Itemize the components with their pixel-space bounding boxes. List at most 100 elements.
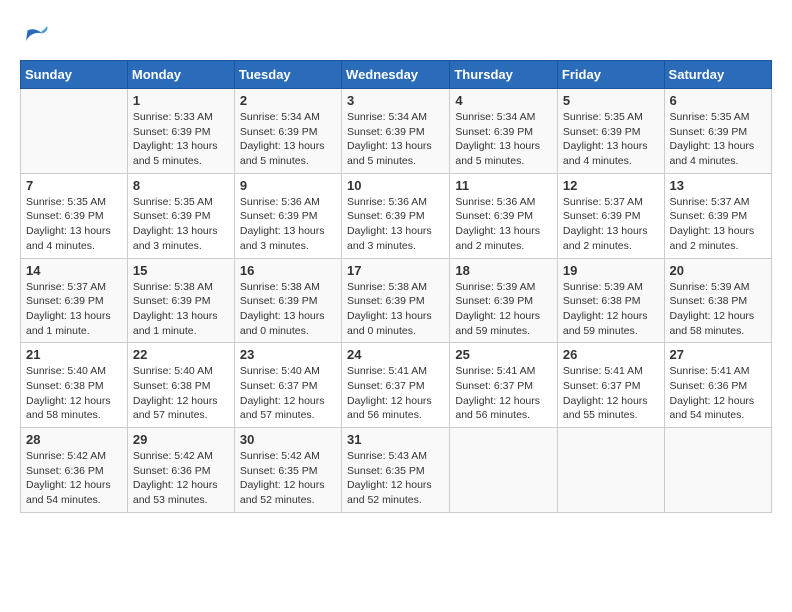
day-info: Sunrise: 5:37 AM Sunset: 6:39 PM Dayligh… xyxy=(563,195,659,254)
calendar-cell: 24 Sunrise: 5:41 AM Sunset: 6:37 PM Dayli… xyxy=(342,343,450,428)
day-info: Sunrise: 5:35 AM Sunset: 6:39 PM Dayligh… xyxy=(670,110,766,169)
column-header-saturday: Saturday xyxy=(664,61,771,89)
calendar-cell: 17Sunrise: 5:38 AM Sunset: 6:39 PM Dayli… xyxy=(342,258,450,343)
day-info: Sunrise: 5:38 AM Sunset: 6:39 PM Dayligh… xyxy=(133,280,229,339)
calendar-cell: 15 Sunrise: 5:38 AM Sunset: 6:39 PM Dayli… xyxy=(127,258,234,343)
calendar-week-2: 14 Sunrise: 5:37 AM Sunset: 6:39 PM Dayli… xyxy=(21,258,772,343)
day-number: 15 xyxy=(133,263,229,278)
calendar-cell xyxy=(450,428,558,513)
day-info: Sunrise: 5:35 AM Sunset: 6:39 PM Dayligh… xyxy=(26,195,122,254)
calendar-cell: 29Sunrise: 5:42 AM Sunset: 6:36 PM Dayli… xyxy=(127,428,234,513)
day-number: 10 xyxy=(347,178,444,193)
day-number: 11 xyxy=(455,178,552,193)
calendar-cell: 6 Sunrise: 5:35 AM Sunset: 6:39 PM Daylig… xyxy=(664,89,771,174)
day-number: 24 xyxy=(347,347,444,362)
calendar-cell: 13 Sunrise: 5:37 AM Sunset: 6:39 PM Dayli… xyxy=(664,173,771,258)
day-number: 1 xyxy=(133,93,229,108)
day-info: Sunrise: 5:41 AM Sunset: 6:36 PM Dayligh… xyxy=(670,364,766,423)
calendar-header-row: SundayMondayTuesdayWednesdayThursdayFrid… xyxy=(21,61,772,89)
calendar-cell: 19 Sunrise: 5:39 AM Sunset: 6:38 PM Dayli… xyxy=(557,258,664,343)
day-info: Sunrise: 5:40 AM Sunset: 6:38 PM Dayligh… xyxy=(133,364,229,423)
day-info: Sunrise: 5:35 AM Sunset: 6:39 PM Dayligh… xyxy=(133,195,229,254)
day-number: 23 xyxy=(240,347,336,362)
calendar-cell: 30 Sunrise: 5:42 AM Sunset: 6:35 PM Dayli… xyxy=(234,428,341,513)
calendar-cell: 31 Sunrise: 5:43 AM Sunset: 6:35 PM Dayli… xyxy=(342,428,450,513)
column-header-wednesday: Wednesday xyxy=(342,61,450,89)
day-number: 18 xyxy=(455,263,552,278)
day-info: Sunrise: 5:35 AM Sunset: 6:39 PM Dayligh… xyxy=(563,110,659,169)
calendar-cell: 10 Sunrise: 5:36 AM Sunset: 6:39 PM Dayli… xyxy=(342,173,450,258)
calendar-cell xyxy=(21,89,128,174)
day-number: 12 xyxy=(563,178,659,193)
day-number: 13 xyxy=(670,178,766,193)
day-info: Sunrise: 5:33 AM Sunset: 6:39 PM Dayligh… xyxy=(133,110,229,169)
calendar-cell: 26 Sunrise: 5:41 AM Sunset: 6:37 PM Dayli… xyxy=(557,343,664,428)
calendar-cell: 3 Sunrise: 5:34 AM Sunset: 6:39 PM Daylig… xyxy=(342,89,450,174)
day-number: 31 xyxy=(347,432,444,447)
day-number: 25 xyxy=(455,347,552,362)
day-number: 22 xyxy=(133,347,229,362)
day-number: 29 xyxy=(133,432,229,447)
day-info: Sunrise: 5:42 AM Sunset: 6:36 PM Dayligh… xyxy=(26,449,122,508)
day-info: Sunrise: 5:39 AM Sunset: 6:39 PM Dayligh… xyxy=(455,280,552,339)
calendar-cell: 1 Sunrise: 5:33 AM Sunset: 6:39 PM Daylig… xyxy=(127,89,234,174)
day-number: 16 xyxy=(240,263,336,278)
calendar-cell: 27 Sunrise: 5:41 AM Sunset: 6:36 PM Dayli… xyxy=(664,343,771,428)
column-header-monday: Monday xyxy=(127,61,234,89)
column-header-friday: Friday xyxy=(557,61,664,89)
day-number: 27 xyxy=(670,347,766,362)
column-header-thursday: Thursday xyxy=(450,61,558,89)
calendar-week-3: 21 Sunrise: 5:40 AM Sunset: 6:38 PM Dayli… xyxy=(21,343,772,428)
day-info: Sunrise: 5:43 AM Sunset: 6:35 PM Dayligh… xyxy=(347,449,444,508)
day-number: 14 xyxy=(26,263,122,278)
day-number: 19 xyxy=(563,263,659,278)
day-number: 17 xyxy=(347,263,444,278)
day-info: Sunrise: 5:36 AM Sunset: 6:39 PM Dayligh… xyxy=(240,195,336,254)
day-info: Sunrise: 5:37 AM Sunset: 6:39 PM Dayligh… xyxy=(670,195,766,254)
day-number: 6 xyxy=(670,93,766,108)
calendar-cell: 18 Sunrise: 5:39 AM Sunset: 6:39 PM Dayli… xyxy=(450,258,558,343)
day-info: Sunrise: 5:41 AM Sunset: 6:37 PM Dayligh… xyxy=(347,364,444,423)
calendar-cell: 4Sunrise: 5:34 AM Sunset: 6:39 PM Daylig… xyxy=(450,89,558,174)
logo xyxy=(20,20,54,50)
calendar-cell: 9 Sunrise: 5:36 AM Sunset: 6:39 PM Daylig… xyxy=(234,173,341,258)
calendar-cell xyxy=(664,428,771,513)
day-info: Sunrise: 5:40 AM Sunset: 6:38 PM Dayligh… xyxy=(26,364,122,423)
day-number: 7 xyxy=(26,178,122,193)
day-info: Sunrise: 5:34 AM Sunset: 6:39 PM Dayligh… xyxy=(455,110,552,169)
calendar-cell: 14 Sunrise: 5:37 AM Sunset: 6:39 PM Dayli… xyxy=(21,258,128,343)
day-number: 3 xyxy=(347,93,444,108)
day-info: Sunrise: 5:36 AM Sunset: 6:39 PM Dayligh… xyxy=(347,195,444,254)
day-info: Sunrise: 5:41 AM Sunset: 6:37 PM Dayligh… xyxy=(563,364,659,423)
day-info: Sunrise: 5:41 AM Sunset: 6:37 PM Dayligh… xyxy=(455,364,552,423)
day-info: Sunrise: 5:42 AM Sunset: 6:35 PM Dayligh… xyxy=(240,449,336,508)
day-number: 30 xyxy=(240,432,336,447)
day-info: Sunrise: 5:37 AM Sunset: 6:39 PM Dayligh… xyxy=(26,280,122,339)
calendar-cell: 8 Sunrise: 5:35 AM Sunset: 6:39 PM Daylig… xyxy=(127,173,234,258)
day-number: 8 xyxy=(133,178,229,193)
calendar-week-0: 1 Sunrise: 5:33 AM Sunset: 6:39 PM Daylig… xyxy=(21,89,772,174)
calendar-cell: 11 Sunrise: 5:36 AM Sunset: 6:39 PM Dayli… xyxy=(450,173,558,258)
day-number: 5 xyxy=(563,93,659,108)
day-number: 28 xyxy=(26,432,122,447)
day-number: 20 xyxy=(670,263,766,278)
day-info: Sunrise: 5:39 AM Sunset: 6:38 PM Dayligh… xyxy=(563,280,659,339)
calendar-week-4: 28 Sunrise: 5:42 AM Sunset: 6:36 PM Dayli… xyxy=(21,428,772,513)
logo-icon xyxy=(20,20,50,50)
day-number: 9 xyxy=(240,178,336,193)
day-info: Sunrise: 5:36 AM Sunset: 6:39 PM Dayligh… xyxy=(455,195,552,254)
calendar-cell: 7 Sunrise: 5:35 AM Sunset: 6:39 PM Daylig… xyxy=(21,173,128,258)
column-header-tuesday: Tuesday xyxy=(234,61,341,89)
calendar-cell: 25 Sunrise: 5:41 AM Sunset: 6:37 PM Dayli… xyxy=(450,343,558,428)
calendar-cell: 21 Sunrise: 5:40 AM Sunset: 6:38 PM Dayli… xyxy=(21,343,128,428)
day-info: Sunrise: 5:40 AM Sunset: 6:37 PM Dayligh… xyxy=(240,364,336,423)
day-info: Sunrise: 5:34 AM Sunset: 6:39 PM Dayligh… xyxy=(347,110,444,169)
day-info: Sunrise: 5:39 AM Sunset: 6:38 PM Dayligh… xyxy=(670,280,766,339)
day-number: 26 xyxy=(563,347,659,362)
calendar-week-1: 7 Sunrise: 5:35 AM Sunset: 6:39 PM Daylig… xyxy=(21,173,772,258)
calendar-cell: 22 Sunrise: 5:40 AM Sunset: 6:38 PM Dayli… xyxy=(127,343,234,428)
day-number: 21 xyxy=(26,347,122,362)
day-number: 2 xyxy=(240,93,336,108)
calendar-table: SundayMondayTuesdayWednesdayThursdayFrid… xyxy=(20,60,772,513)
page-header xyxy=(20,20,772,50)
